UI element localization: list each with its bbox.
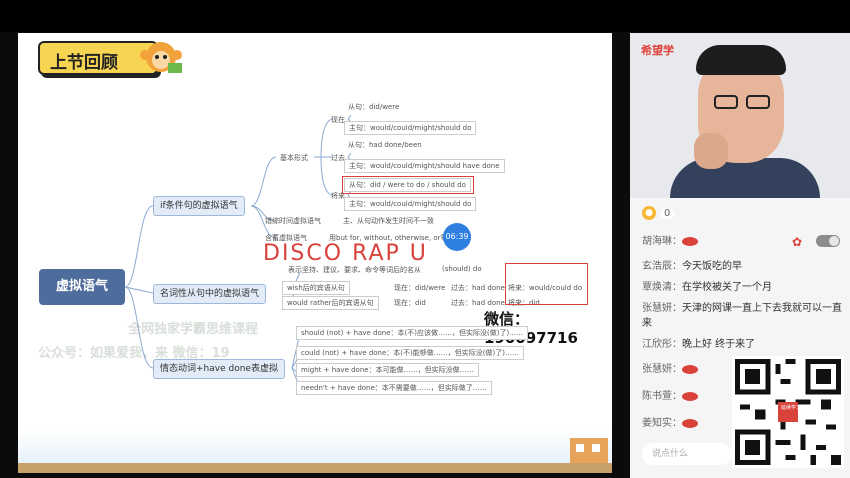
brand-logo: 希望学 [641,44,674,57]
node-future-main: 主句：would/could/might/should do [344,197,477,211]
node-present-main: 主句：would/could/might/should do [344,121,477,135]
building-icon [570,438,608,468]
red-highlight-box-2 [505,263,588,305]
node-rather-past: 过去：had done [451,299,505,307]
red-highlight-box [342,176,474,194]
node-present-clause: 从句：did/were [344,101,404,115]
likes-counter[interactable]: ● 0 [642,206,675,220]
node-mixed-desc: 主、从句动作发生时间不一致 [343,217,434,225]
node-modal-1: should (not) + have done：本(不)应该做……，但实际没(… [296,326,529,340]
teacher-hair [696,45,786,75]
node-rather-now: 现在：did [394,299,426,307]
chat-message: 玄浩辰：今天饭吃的早 [642,261,742,272]
countdown-timer: 06:39 [443,223,471,251]
top-bar [0,0,850,32]
node-suggest-form: (should) do [442,265,482,273]
node-past-main: 主句：would/could/might/should have done [344,159,505,173]
node-wish: wish后的宾语从句 [282,281,350,295]
handwritten-annotation: DISCO RAP U [263,241,428,266]
likes-count: 0 [660,207,675,219]
coin-icon: ● [642,206,656,220]
lips-icon [682,364,698,374]
glasses-left [714,95,738,109]
branch-noun-clause: 名词性从句中的虚拟语气 [153,284,267,304]
node-present: 现在 [331,116,345,124]
node-past: 过去 [331,154,345,162]
node-modal-4: needn't + have done：本不需要做……，但实际做了…… [296,381,492,395]
lips-icon [682,236,698,246]
bridge-decoration [18,463,612,473]
teacher-video: 希望学 [630,33,850,198]
screen: 上节回顾 虚拟语气 if条件句的虚拟语气 名词性从句中的虚拟语气 情态动词+ha… [0,0,850,478]
chat-input[interactable]: 说点什么 [642,443,732,465]
chat-message: 覃焕清：在学校被关了一个月 [642,282,772,293]
teacher-hand [694,133,728,169]
qr-center-label: 延续学习 [780,405,801,411]
mindmap-root: 虚拟语气 [39,269,125,305]
qr-code: 延续学习 [732,356,844,468]
glasses-right [746,95,770,109]
node-suggest: 表示坚持、建议、要求、命令等词后的名从 [288,266,421,274]
lips-icon [682,391,698,401]
lips-icon [682,418,698,428]
node-rather: would rather后的宾语从句 [282,296,379,310]
branch-if-conditional: if条件句的虚拟语气 [153,196,245,216]
node-basic-form: 基本形式 [280,154,308,162]
node-wish-now: 现在：did/were [394,284,446,292]
node-mixed-time: 错综时间虚拟语气 [265,217,321,225]
node-wish-past: 过去：had done [451,284,505,292]
node-past-clause: 从句：had done/been [344,139,426,153]
chat-message: 江欣彤：晚上好 终于来了 [642,339,756,350]
lesson-slide: 上节回顾 虚拟语气 if条件句的虚拟语气 名词性从句中的虚拟语气 情态动词+ha… [18,33,612,473]
chat-message: 胡海琳： [642,234,847,249]
ghost-watermark-2: 公众号：如果爱我，来 微信：19 [38,346,230,361]
ghost-watermark-1: 全网独家学霸思维课程 [128,322,259,337]
branch-modal-have-done: 情态动词+have done表虚拟 [153,359,285,379]
node-modal-3: might + have done：本可能做……，但实际没做…… [296,363,479,377]
chat-message: 张慧妍：天津的网课一直上下去我就可以一直来 [642,303,842,329]
node-modal-2: could (not) + have done：本(不)能够做……，但实际没(做… [296,346,524,360]
teacher-shirt [670,158,820,198]
